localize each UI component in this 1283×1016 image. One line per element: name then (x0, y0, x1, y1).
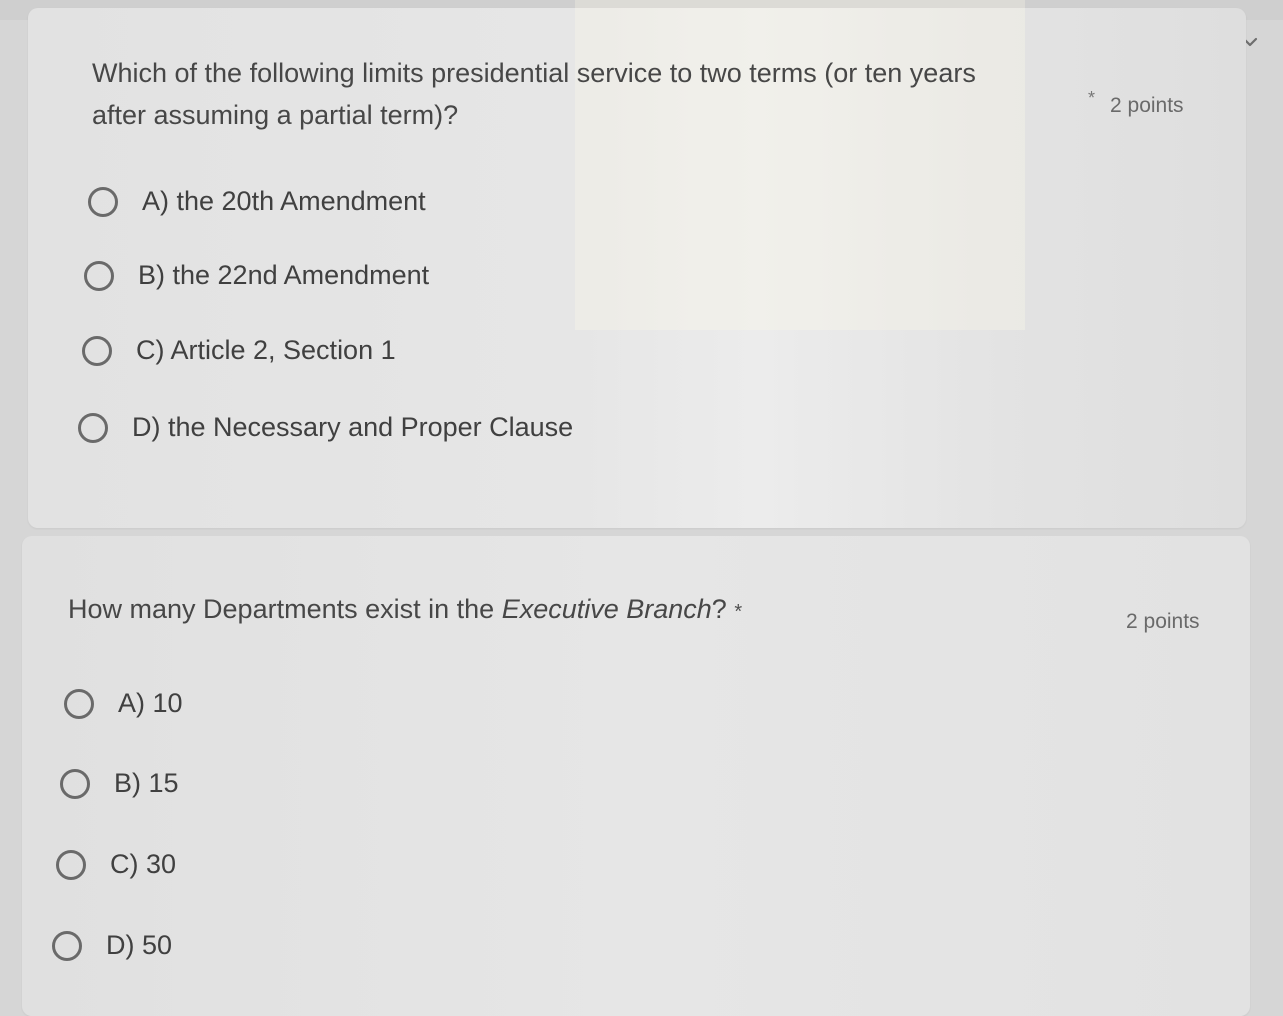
question-title-text: How many Departments exist in the (68, 594, 502, 624)
radio-option-c[interactable]: C) Article 2, Section 1 (82, 335, 396, 366)
radio-button[interactable] (52, 930, 82, 961)
question-title: How many Departments exist in the Execut… (68, 588, 968, 633)
required-asterisk: * (734, 601, 743, 623)
radio-option-d[interactable]: D) the Necessary and Proper Clause (78, 412, 573, 443)
radio-option-b[interactable]: B) the 22nd Amendment (84, 260, 429, 291)
radio-button[interactable] (88, 186, 118, 217)
question-title-emphasis: Executive Branch (501, 594, 712, 624)
option-label: C) Article 2, Section 1 (136, 335, 396, 365)
option-label: B) the 22nd Amendment (138, 260, 430, 290)
points-label: 2 points (1126, 610, 1200, 633)
option-label: A) the 20th Amendment (142, 186, 426, 216)
option-label: A) 10 (118, 688, 183, 718)
option-label: C) 30 (110, 849, 177, 879)
radio-option-d[interactable]: D) 50 (52, 930, 172, 961)
points-label: 2 points (1110, 94, 1184, 117)
radio-option-a[interactable]: A) the 20th Amendment (88, 186, 426, 217)
radio-option-b[interactable]: B) 15 (60, 768, 179, 799)
radio-button[interactable] (56, 849, 86, 880)
radio-button[interactable] (78, 412, 108, 443)
radio-button[interactable] (60, 768, 90, 799)
question-title-end: ? (711, 594, 727, 624)
radio-button[interactable] (64, 688, 94, 719)
question-title: Which of the following limits presidenti… (92, 58, 976, 130)
radio-button[interactable] (84, 260, 114, 291)
option-label: D) the Necessary and Proper Clause (132, 412, 574, 442)
required-asterisk: * (1088, 88, 1096, 108)
radio-option-c[interactable]: C) 30 (56, 849, 176, 880)
radio-button[interactable] (82, 335, 112, 366)
option-label: D) 50 (106, 930, 173, 960)
option-label: B) 15 (114, 768, 179, 798)
radio-option-a[interactable]: A) 10 (64, 688, 183, 719)
